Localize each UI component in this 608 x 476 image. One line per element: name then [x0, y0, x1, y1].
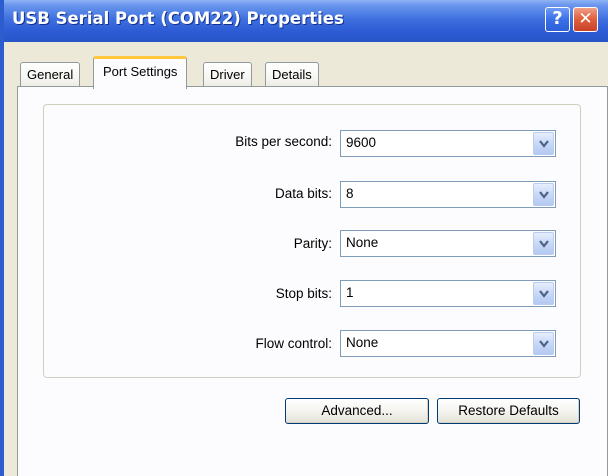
- tab-general[interactable]: General: [20, 62, 81, 87]
- properties-window: USB Serial Port (COM22) Properties ? ✕ G…: [0, 0, 608, 476]
- tab-driver[interactable]: Driver: [203, 62, 252, 87]
- tab-port-settings[interactable]: Port Settings: [93, 56, 188, 89]
- parity-value: None: [346, 235, 379, 250]
- parity-select[interactable]: None: [340, 230, 556, 257]
- chevron-down-icon[interactable]: [533, 332, 554, 355]
- parity-label: Parity:: [293, 236, 332, 251]
- close-icon: ✕: [578, 9, 593, 29]
- bits-per-second-select[interactable]: 9600: [340, 130, 556, 157]
- tab-details[interactable]: Details: [265, 62, 319, 87]
- stop-bits-value: 1: [346, 285, 354, 300]
- bits-per-second-label: Bits per second:: [235, 134, 332, 149]
- flow-control-select[interactable]: None: [340, 330, 556, 357]
- flow-control-label: Flow control:: [255, 336, 332, 351]
- chevron-down-icon[interactable]: [533, 132, 554, 155]
- chevron-down-icon[interactable]: [533, 282, 554, 305]
- stop-bits-label: Stop bits:: [275, 286, 332, 301]
- data-bits-value: 8: [346, 186, 354, 201]
- help-button[interactable]: ?: [545, 7, 570, 32]
- flow-control-value: None: [346, 335, 379, 350]
- title-bar[interactable]: USB Serial Port (COM22) Properties ? ✕: [4, 0, 608, 42]
- advanced-button[interactable]: Advanced...: [285, 398, 429, 424]
- chevron-down-icon[interactable]: [533, 183, 554, 206]
- window-title: USB Serial Port (COM22) Properties: [12, 9, 344, 28]
- bits-per-second-value: 9600: [346, 135, 377, 150]
- chevron-down-icon[interactable]: [533, 232, 554, 255]
- help-icon: ?: [552, 8, 563, 29]
- data-bits-label: Data bits:: [274, 186, 332, 201]
- restore-defaults-button[interactable]: Restore Defaults: [437, 398, 580, 424]
- data-bits-select[interactable]: 8: [340, 181, 556, 208]
- stop-bits-select[interactable]: 1: [340, 280, 556, 307]
- close-button[interactable]: ✕: [573, 7, 598, 32]
